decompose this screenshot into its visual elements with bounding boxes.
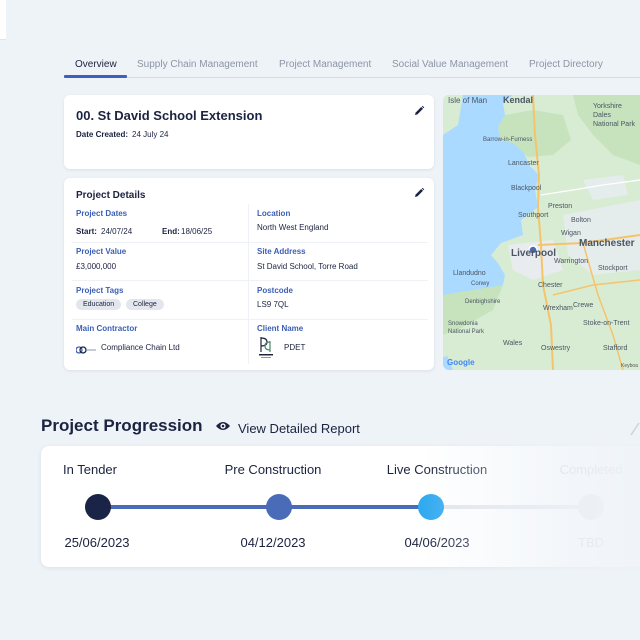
map-label-liverpool: Liverpool [511,248,556,259]
stage-name-live-construction: Live Construction [386,462,488,477]
location-label: Location [257,209,291,218]
timeline-segment-complete [98,505,279,509]
map-label-manchester: Manchester [579,238,635,249]
stage-date-in-tender: 25/06/2023 [64,535,130,550]
contractor-name: Compliance Chain Ltd [101,343,180,352]
project-value: £3,000,000 [76,262,117,271]
map-label-snowdonia: Snowdonia [448,321,478,327]
stage-name-pre-construction: Pre Construction [224,462,322,477]
project-details-card: Project Details Project Dates Start: 24/… [64,178,434,370]
map-label-wrexham: Wrexham [543,305,573,312]
start-date: 24/07/24 [101,227,133,236]
stage-date-live-construction: 04/06/2023 [404,535,470,550]
date-created-value: 24 July 24 [132,130,169,139]
tab-social-value-management[interactable]: Social Value Management [392,59,508,70]
svg-text:Dales: Dales [593,112,611,119]
map-label-llandudno: Llandudno [453,270,486,277]
column-divider [248,204,249,364]
start-label: Start: [76,227,97,236]
tab-supply-chain-management[interactable]: Supply Chain Management [137,59,258,70]
tab-project-management[interactable]: Project Management [279,59,371,70]
stage-name-completed: Completed [559,462,623,477]
end-label: End: [162,227,180,236]
map-label-barrow: Barrow-in-Furness [483,137,532,143]
map-label-yorkshire-dales: Yorkshire [593,103,622,110]
decorative-line [630,422,640,436]
project-details-title: Project Details [76,190,146,201]
tab-overview[interactable]: Overview [75,59,117,70]
row-divider [72,280,428,281]
tab-project-directory[interactable]: Project Directory [529,59,603,70]
map-label-blackpool: Blackpool [511,185,542,192]
map-label-southport: Southport [518,212,548,219]
map-label-stoke: Stoke-on-Trent [583,320,629,327]
active-tab-indicator [64,75,127,78]
google-attribution: Google [447,358,475,367]
postcode-value: LS9 7QL [257,300,289,309]
main-contractor-label: Main Contractor [76,324,138,333]
project-progression-title: Project Progression [41,416,203,435]
svg-text:National Park: National Park [593,121,636,128]
timeline-segment-pending [431,505,591,509]
keyboard-shortcuts-link: Keyboa [621,363,638,369]
map-label-denbighshire: Denbighshire [465,299,501,305]
site-address-value: St David School, Torre Road [257,262,358,271]
eye-icon [215,419,231,437]
map-label-wales: Wales [503,340,523,347]
stage-dot-completed[interactable] [578,494,604,520]
pencil-icon[interactable] [412,186,426,200]
map-label-lancaster: Lancaster [508,160,539,167]
map-label-chester: Chester [538,282,563,289]
date-created-label: Date Created: [76,130,129,139]
client-logo [257,335,275,359]
client-name-label: Client Name [257,324,304,333]
postcode-label: Postcode [257,286,294,295]
map-label-isle-of-man: Isle of Man [448,96,487,105]
end-date: 18/06/25 [181,227,213,236]
map-label-wigan: Wigan [561,230,581,237]
row-divider [72,242,428,243]
stage-dot-live-construction[interactable] [418,494,444,520]
svg-text:National Park: National Park [448,329,485,335]
map-label-bolton: Bolton [571,217,591,224]
project-value-label: Project Value [76,247,127,256]
stage-dot-pre-construction[interactable] [266,494,292,520]
tab-bar: Overview Supply Chain Management Project… [64,54,640,78]
view-detailed-report-link[interactable]: View Detailed Report [215,419,360,437]
stage-dot-in-tender[interactable] [85,494,111,520]
map-label-kendal: Kendal [503,95,533,105]
client-name: PDET [284,343,306,352]
project-title-card: 00. St David School Extension Date Creat… [64,95,434,169]
view-detailed-report-label: View Detailed Report [238,420,360,436]
site-address-label: Site Address [257,247,306,256]
stage-name-in-tender: In Tender [63,462,117,477]
progression-timeline-card: In Tender Pre Construction Live Construc… [41,446,640,567]
location-value: North West England [257,223,329,232]
stage-date-pre-construction: 04/12/2023 [240,535,306,550]
map-label-crewe: Crewe [573,302,593,309]
tag-college[interactable]: College [126,299,164,310]
contractor-logo [75,342,96,354]
map-label-warrington: Warrington [554,258,588,265]
map-label-oswestry: Oswestry [541,345,571,352]
project-dates-label: Project Dates [76,209,128,218]
map-label-stafford: Stafford [603,345,627,352]
stage-date-completed: TBD [578,535,604,550]
map-label-preston: Preston [548,203,572,210]
tag-education[interactable]: Education [76,299,122,310]
row-divider [72,319,428,320]
project-location-map[interactable]: Isle of Man Kendal Yorkshire Dales Natio… [443,95,640,370]
map-label-conwy: Conwy [471,281,489,287]
pencil-icon[interactable] [412,104,426,118]
top-bar-fragment [0,0,6,40]
timeline-segment-complete [279,505,431,509]
project-tags-label: Project Tags [76,286,124,295]
project-title: 00. St David School Extension [76,108,263,123]
map-label-stockport: Stockport [598,265,628,272]
